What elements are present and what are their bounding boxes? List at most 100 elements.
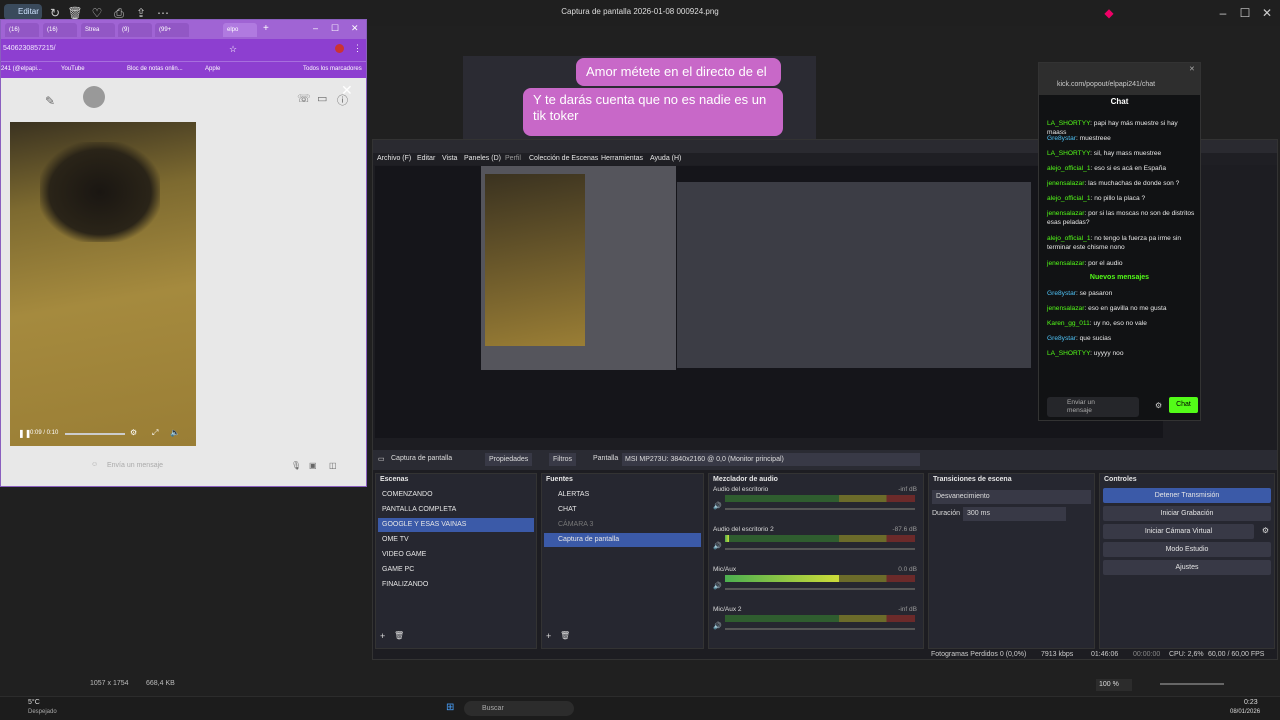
scene-item[interactable]: OME TV [378,533,534,547]
chat-username[interactable]: jenensalazar [1047,180,1084,187]
source-item[interactable]: Captura de pantalla [544,533,701,547]
close-icon[interactable]: ✕ [351,23,359,34]
menu-item[interactable]: Ayuda (H) [650,155,681,162]
scene-item[interactable]: GOOGLE Y ESAS VAINAS [378,518,534,532]
chat-username[interactable]: LA_SHORTYY [1047,350,1090,357]
speaker-icon[interactable]: 🔊 [713,542,722,550]
minimize-icon[interactable]: – [313,23,318,33]
maximize-icon[interactable]: ☐ [331,23,339,34]
chat-username[interactable]: alejo_official_1 [1047,235,1091,242]
start-icon[interactable]: ⊞ [446,702,454,713]
volume-slider[interactable] [725,508,915,510]
delete-icon[interactable]: 🗑 [560,631,570,640]
add-icon[interactable]: + [546,631,551,641]
bookmark[interactable]: YouTube [61,66,85,72]
source-item[interactable]: CÁMARA 3 [544,518,701,532]
chat-username[interactable]: Gre8ystar [1047,135,1076,142]
bookmark[interactable]: Todos los marcadores [303,66,362,72]
volume-icon[interactable]: 🔈 [170,428,180,437]
stop-stream-button[interactable]: Detener Transmisión [1103,488,1271,503]
volume-slider[interactable] [725,628,915,630]
close-icon[interactable]: ✕ [341,82,353,99]
start-recording-button[interactable]: Iniciar Grabación [1103,506,1271,521]
browser-tab[interactable]: (9) [118,23,152,37]
bookmark[interactable]: Bloc de notas onlin... [127,66,183,72]
volume-slider[interactable] [725,548,915,550]
settings-button[interactable]: Ajustes [1103,560,1271,575]
weather-temp[interactable]: 5°C [28,699,40,706]
scene-item[interactable]: PANTALLA COMPLETA [378,503,534,517]
app-icon[interactable]: ◆ [1100,4,1118,22]
chat-username[interactable]: alejo_official_1 [1047,165,1091,172]
delete-icon[interactable]: 🗑 [394,631,404,640]
chat-username[interactable]: LA_SHORTYY [1047,120,1090,127]
close-icon[interactable]: ✕ [1258,4,1276,22]
profile-avatar[interactable] [335,44,344,53]
chat-username[interactable]: jenensalazar [1047,305,1084,312]
video-call-icon[interactable]: ▭ [317,92,327,105]
send-chat-button[interactable]: Chat [1169,397,1198,413]
search-box[interactable]: Buscar [464,701,574,716]
menu-item[interactable]: Colección de Escenas [529,155,598,162]
sticker-icon[interactable]: ◫ [329,461,337,470]
speaker-icon[interactable]: 🔊 [713,502,722,510]
zoom-select[interactable]: 100 % [1096,679,1132,691]
settings-icon[interactable]: ⚙ [130,428,137,437]
url-text[interactable]: 5406230857215/ [3,45,56,52]
browser-tab[interactable]: Strea [81,23,115,37]
volume-slider[interactable] [725,588,915,590]
menu-item[interactable]: Paneles (D) [464,155,501,162]
menu-item[interactable]: Archivo (F) [377,155,411,162]
close-icon[interactable]: ✕ [1189,65,1195,73]
chat-username[interactable]: Gre8ystar [1047,290,1076,297]
transition-select[interactable]: Desvanecimiento [932,490,1091,504]
menu-icon[interactable]: ⋮ [353,43,362,54]
source-item[interactable]: CHAT [544,503,701,517]
address-bar[interactable]: 5406230857215/ ☆ ⋮ [1,39,366,61]
menu-item[interactable]: Editar [417,155,435,162]
gear-icon[interactable]: ⚙ [1262,526,1269,535]
progress-bar[interactable] [65,433,125,435]
browser-tab[interactable]: elpo [223,23,257,37]
chat-username[interactable]: jenensalazar [1047,210,1084,217]
chat-username[interactable]: Karen_gg_011 [1047,320,1090,327]
menu-item[interactable]: Herramientas [601,155,643,162]
chat-username[interactable]: LA_SHORTYY [1047,150,1090,157]
mic-icon[interactable]: 🎙 [291,461,301,470]
message-input[interactable]: Envía un mensaje [107,462,163,469]
speaker-icon[interactable]: 🔊 [713,622,722,630]
minimize-icon[interactable]: – [1214,4,1232,22]
source-item[interactable]: ALERTAS [544,488,701,502]
browser-tab[interactable]: (16) [5,23,39,37]
display-select[interactable]: MSI MP273U: 3840x2160 @ 0,0 (Monitor pri… [622,453,920,466]
phone-icon[interactable]: ☏ [297,92,311,105]
scene-item[interactable]: FINALIZANDO [378,578,534,592]
maximize-icon[interactable]: ☐ [1236,4,1254,22]
emoji-icon[interactable]: ☺ [91,461,98,468]
image-icon[interactable]: ▣ [309,461,317,470]
zoom-slider[interactable] [1160,683,1224,685]
video-player[interactable]: ❚❚ 0:09 / 0:10 ⚙ ⤢ 🔈 [10,122,196,446]
weather-desc[interactable]: Despejado [28,709,57,715]
popout-url[interactable]: kick.com/popout/elpapi241/chat [1057,81,1155,88]
virtual-camera-button[interactable]: Iniciar Cámara Virtual [1103,524,1254,539]
menu-item[interactable]: Perfil [505,155,521,162]
chat-username[interactable]: alejo_official_1 [1047,195,1091,202]
gear-icon[interactable]: ⚙ [1155,401,1162,410]
chat-input[interactable]: Enviar un mensaje [1047,397,1139,417]
star-icon[interactable]: ☆ [229,44,237,55]
scene-item[interactable]: VIDEO GAME [378,548,534,562]
filters-button[interactable]: Filtros [549,453,577,466]
fullscreen-icon[interactable]: ⤢ [152,428,158,438]
properties-button[interactable]: Propiedades [485,453,533,466]
studio-mode-button[interactable]: Modo Estudio [1103,542,1271,557]
avatar[interactable] [83,86,105,108]
duration-input[interactable]: 300 ms [963,507,1066,521]
new-tab-icon[interactable]: + [263,23,269,34]
add-icon[interactable]: + [380,631,385,641]
compose-icon[interactable]: ✎ [45,94,55,108]
menu-item[interactable]: Vista [442,155,457,162]
scene-item[interactable]: COMENZANDO [378,488,534,502]
speaker-icon[interactable]: 🔊 [713,582,722,590]
bookmark[interactable]: Apple [205,66,220,72]
